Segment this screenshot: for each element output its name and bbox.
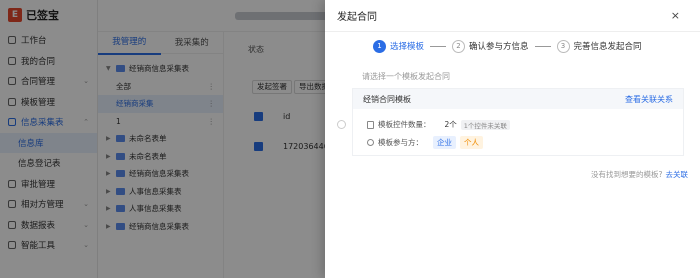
- no-template-hint: 没有找到想要的模板? 去关联: [591, 169, 688, 180]
- select-template-hint: 请选择一个模板发起合同: [362, 72, 450, 81]
- go-link-button[interactable]: 去关联: [666, 169, 689, 180]
- step-select-template: 1 选择模板: [373, 39, 425, 53]
- no-template-text: 没有找到想要的模板?: [591, 170, 663, 179]
- party-tag-enterprise: 企业: [433, 136, 456, 149]
- party-tag-individual: 个人: [460, 136, 483, 149]
- step-indicator: 1 选择模板 2 确认参与方信息 3 完善信息发起合同: [373, 38, 642, 54]
- step-number: 3: [556, 39, 570, 53]
- step-label: 选择模板: [390, 42, 425, 52]
- step-divider: [430, 45, 447, 47]
- step-label: 完善信息发起合同: [573, 42, 642, 52]
- drawer-title: 发起合同: [337, 12, 377, 23]
- view-relations-link[interactable]: 查看关联关系: [625, 94, 673, 105]
- widget-count-label: 模板控件数量：: [378, 120, 431, 129]
- template-card[interactable]: 经销合同模板 查看关联关系 模板控件数量： 2个 1个控件未关联 模板参与方： …: [337, 88, 684, 156]
- step-label: 确认参与方信息: [469, 42, 529, 52]
- step-confirm-parties: 2 确认参与方信息: [452, 39, 529, 53]
- step-number: 2: [452, 39, 466, 53]
- template-name: 经销合同模板: [363, 94, 411, 104]
- party-label: 模板参与方：: [378, 138, 423, 147]
- step-divider: [534, 45, 551, 47]
- template-widget-count: 模板控件数量： 2个 1个控件未关联: [367, 119, 510, 130]
- start-contract-drawer: 发起合同 × 1 选择模板 2 确认参与方信息 3 完善信息发起合同 请选择一个…: [325, 0, 700, 278]
- close-icon[interactable]: ×: [671, 9, 680, 22]
- template-radio[interactable]: [337, 120, 346, 129]
- template-card-header: 经销合同模板 查看关联关系: [353, 89, 683, 109]
- step-complete-info: 3 完善信息发起合同: [556, 39, 642, 53]
- user-icon: [367, 139, 374, 146]
- drawer-header: 发起合同: [325, 0, 700, 32]
- widget-count-value: 2个: [444, 120, 457, 129]
- widget-icon: [367, 120, 374, 129]
- template-parties: 模板参与方： 企业 个人: [367, 136, 483, 149]
- step-number: 1: [373, 39, 386, 53]
- widget-unlinked-note: 1个控件未关联: [460, 119, 510, 130]
